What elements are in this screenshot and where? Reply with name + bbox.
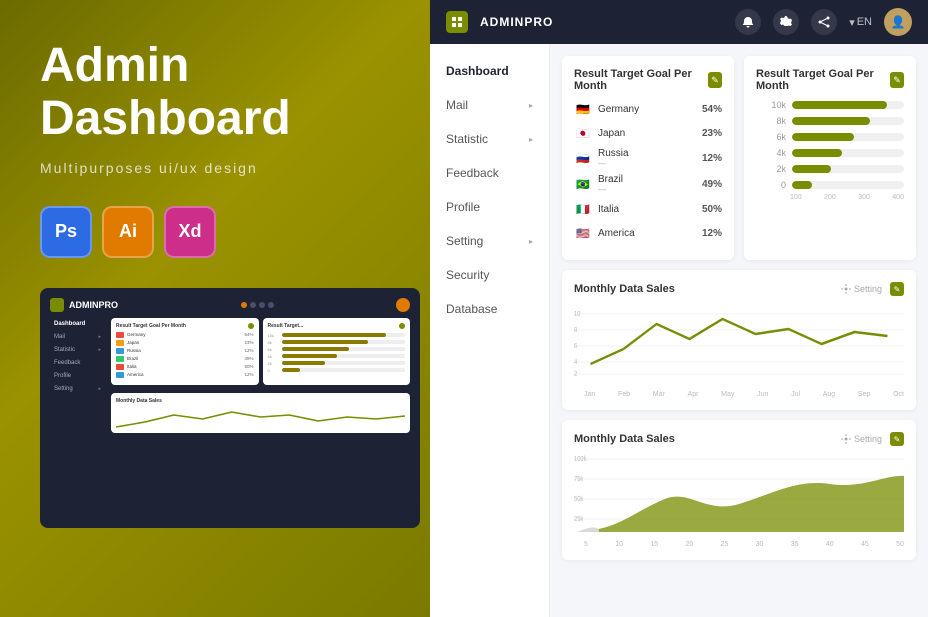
bar-row: 0 [756, 180, 904, 190]
mini-nav-dots [241, 302, 274, 308]
area-chart-x-labels: 5 10 15 20 25 30 35 40 45 50 [574, 541, 904, 548]
sidebar-item-dashboard[interactable]: Dashboard [430, 54, 549, 88]
country-row-russia: 🇷🇺 Russia — 12% [574, 148, 722, 168]
country-row-italia: 🇮🇹 Italia 50% [574, 200, 722, 218]
mini-bar-card: Result Target... 10k 8k 6k 4k 2k 0 [263, 318, 411, 385]
line-chart-setting-btn[interactable]: Setting [841, 284, 882, 294]
main-sidebar: Dashboard Mail ▸ Statistic ▸ Feedback Pr… [430, 44, 550, 617]
line-chart-x-labels: Jan Feb Mar Apr May Jun Jul Aug Sep Oct [574, 391, 904, 398]
country-stats-card: Result Target Goal Per Month ✎ 🇩🇪 German… [562, 56, 734, 260]
sidebar-item-database[interactable]: Database [430, 292, 549, 326]
country-row-germany: 🇩🇪 Germany 54% [574, 100, 722, 118]
area-chart-card: Monthly Data Sales Setting ✎ [562, 420, 916, 560]
user-avatar[interactable]: 👤 [884, 8, 912, 36]
flag-germany: 🇩🇪 [574, 100, 592, 118]
area-chart-edit[interactable]: ✎ [890, 432, 904, 446]
bar-row: 8k [756, 116, 904, 126]
sidebar-item-mail[interactable]: Mail ▸ [430, 88, 549, 122]
svg-text:8: 8 [574, 327, 578, 335]
language-selector[interactable]: ▾ EN [849, 16, 872, 29]
right-panel: ADMINPRO ▾ EN 👤 Dashboard Mail ▸ [430, 0, 928, 617]
svg-text:4: 4 [574, 359, 578, 367]
svg-text:25k: 25k [574, 516, 584, 524]
settings-icon[interactable] [773, 9, 799, 35]
mini-country-card: Result Target Goal Per Month Germany 54%… [111, 318, 259, 385]
xd-icon[interactable]: Xd [164, 206, 216, 258]
brand-icon [446, 11, 468, 33]
svg-text:50k: 50k [574, 496, 584, 504]
app-icons-row: Ps Ai Xd [40, 206, 400, 258]
mini-logo: ADMINPRO [50, 298, 118, 312]
bar-row: 4k [756, 148, 904, 158]
brand-name: ADMINPRO [480, 15, 553, 29]
line-chart-title: Monthly Data Sales [574, 283, 675, 295]
notification-icon[interactable] [735, 9, 761, 35]
bar-card-edit[interactable]: ✎ [890, 72, 904, 88]
left-panel: Admin Dashboard Multipurposes ui/ux desi… [0, 0, 430, 617]
ps-icon[interactable]: Ps [40, 206, 92, 258]
svg-text:10: 10 [574, 311, 581, 319]
flag-america: 🇺🇸 [574, 224, 592, 242]
bar-row: 6k [756, 132, 904, 142]
country-row-america: 🇺🇸 America 12% [574, 224, 722, 242]
share-icon[interactable] [811, 9, 837, 35]
main-title: Admin Dashboard [40, 40, 400, 146]
subtitle: Multipurposes ui/ux design [40, 160, 400, 176]
country-card-title: Result Target Goal Per Month [574, 68, 708, 92]
country-row-brazil: 🇧🇷 Brazil — 49% [574, 174, 722, 194]
mini-line-chart: Monthly Data Sales [111, 393, 410, 433]
country-row-japan: 🇯🇵 Japan 23% [574, 124, 722, 142]
svg-text:75k: 75k [574, 476, 584, 484]
line-chart-card: Monthly Data Sales Setting ✎ [562, 270, 916, 410]
bar-card-title: Result Target Goal Per Month [756, 68, 890, 92]
area-chart-title: Monthly Data Sales [574, 433, 675, 445]
ai-icon[interactable]: Ai [102, 206, 154, 258]
sidebar-item-profile[interactable]: Profile [430, 190, 549, 224]
sidebar-item-setting[interactable]: Setting ▸ [430, 224, 549, 258]
sidebar-item-security[interactable]: Security [430, 258, 549, 292]
line-chart-edit[interactable]: ✎ [890, 282, 904, 296]
sidebar-item-statistic[interactable]: Statistic ▸ [430, 122, 549, 156]
mini-sidebar: Dashboard Mail ▸ Statistic ▸ Feedback Pr… [50, 318, 105, 433]
top-cards-row: Result Target Goal Per Month ✎ 🇩🇪 German… [562, 56, 916, 260]
bar-rows: 10k 8k 6k 4k [756, 100, 904, 190]
mini-dashboard-preview: ADMINPRO Dashboard Mail ▸ Statistic ▸ Fe… [40, 288, 420, 528]
bar-row: 2k [756, 164, 904, 174]
country-card-edit[interactable]: ✎ [708, 72, 722, 88]
flag-brazil: 🇧🇷 [574, 175, 592, 193]
svg-text:2: 2 [574, 371, 578, 379]
dashboard-header: ADMINPRO ▾ EN 👤 [430, 0, 928, 44]
area-chart-setting-btn[interactable]: Setting [841, 434, 882, 444]
svg-text:6: 6 [574, 343, 578, 351]
flag-italia: 🇮🇹 [574, 200, 592, 218]
main-content: Result Target Goal Per Month ✎ 🇩🇪 German… [550, 44, 928, 617]
dashboard-body: Dashboard Mail ▸ Statistic ▸ Feedback Pr… [430, 44, 928, 617]
area-chart-svg: 100k 75k 50k 25k [574, 454, 904, 534]
svg-text:100k: 100k [574, 456, 587, 464]
mini-avatar [396, 298, 410, 312]
bar-row: 10k [756, 100, 904, 110]
line-chart-svg: 10 8 6 4 2 [574, 304, 904, 384]
flag-russia: 🇷🇺 [574, 149, 592, 167]
bar-chart-card: Result Target Goal Per Month ✎ 10k 8k [744, 56, 916, 260]
flag-japan: 🇯🇵 [574, 124, 592, 142]
sidebar-item-feedback[interactable]: Feedback [430, 156, 549, 190]
